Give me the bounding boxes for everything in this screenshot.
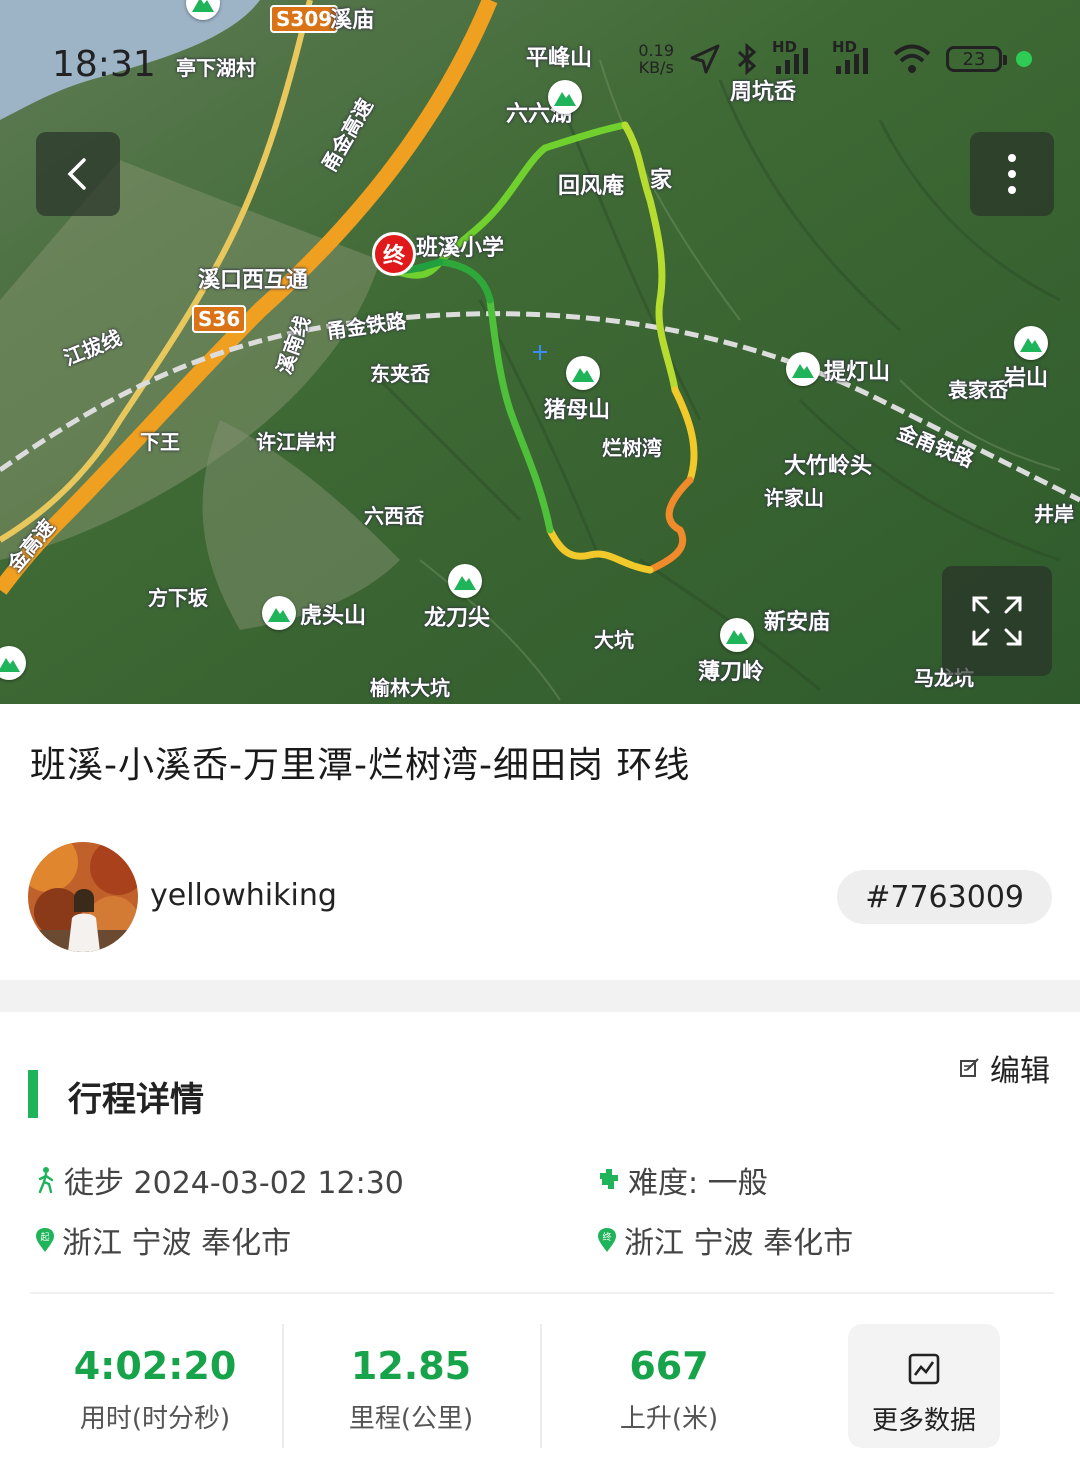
stat-duration-value: 4:02:20 xyxy=(73,1344,237,1388)
highway-shield-s36: S36 xyxy=(192,305,247,333)
network-speed: 0.19 KB/s xyxy=(638,42,674,76)
more-data-button[interactable]: 更多数据 xyxy=(848,1324,1000,1448)
stat-ascent-value: 667 xyxy=(629,1344,709,1388)
details-divider xyxy=(30,1292,1054,1294)
map-label: 岩山 xyxy=(1004,366,1049,391)
map-label: 家 xyxy=(650,168,673,193)
map-label: 六西岙 xyxy=(364,504,424,528)
edit-icon xyxy=(960,1058,979,1077)
route-end-marker[interactable]: 终 xyxy=(372,232,416,276)
map-label: 许江岸村 xyxy=(256,430,336,454)
fullscreen-button[interactable] xyxy=(942,566,1052,676)
map-label: 大坑 xyxy=(594,628,634,652)
stat-duration: 4:02:20 用时(时分秒) xyxy=(30,1326,280,1446)
highway-shield-s309: S309 xyxy=(270,5,339,33)
active-indicator-dot xyxy=(1016,51,1032,67)
status-time: 18:31 xyxy=(52,44,156,85)
net-speed-value: 0.19 xyxy=(638,41,674,60)
map-label: 溪口西互通 xyxy=(198,268,309,293)
stat-separator xyxy=(540,1324,542,1448)
mountain-peak-icon xyxy=(786,352,820,386)
activity-row: 徒步 2024-03-02 12:30 xyxy=(34,1158,404,1202)
expand-icon xyxy=(972,596,1022,646)
difficulty-icon xyxy=(600,1169,618,1189)
hiking-icon xyxy=(38,1167,54,1194)
map-label: 大竹岭头 xyxy=(784,454,873,479)
section-divider xyxy=(0,980,1080,1012)
edit-button[interactable]: 编辑 xyxy=(958,1046,1050,1090)
stat-ascent-label: 上升(米) xyxy=(619,1404,719,1434)
map-label: 虎头山 xyxy=(300,604,367,629)
svg-text:起: 起 xyxy=(40,1232,49,1243)
section-title: 行程详情 xyxy=(68,1080,204,1120)
map-label: 井岸 xyxy=(1034,502,1074,526)
stat-separator xyxy=(282,1324,284,1448)
map-label: 许家山 xyxy=(764,486,824,510)
signal-icon-1: HD xyxy=(772,38,818,76)
difficulty-text: 难度: 一般 xyxy=(628,1166,768,1201)
map-label: 班溪小学 xyxy=(416,236,505,261)
trip-id-badge[interactable]: #7763009 xyxy=(837,870,1052,924)
edit-label: 编辑 xyxy=(990,1054,1050,1089)
stat-ascent: 667 上升(米) xyxy=(544,1326,794,1446)
map-label: 薄刀岭 xyxy=(698,660,765,685)
map-label: 龙刀尖 xyxy=(424,606,491,631)
more-vertical-icon xyxy=(1008,154,1016,194)
bluetooth-icon xyxy=(737,42,757,76)
username[interactable]: yellowhiking xyxy=(150,878,337,913)
trip-title: 班溪-小溪岙-万里潭-烂树湾-细田岗 环线 xyxy=(30,745,691,786)
end-location-text: 浙江 宁波 奉化市 xyxy=(624,1226,854,1261)
map-label: 新安庙 xyxy=(764,610,831,635)
map-label: 提灯山 xyxy=(824,360,891,385)
mountain-peak-icon xyxy=(262,596,296,630)
status-icons: 0.19 KB/s HD HD 23 xyxy=(638,38,1032,76)
map-label: 袁家岙 xyxy=(948,378,1008,402)
difficulty-row: 难度: 一般 xyxy=(596,1158,768,1202)
stat-duration-label: 用时(时分秒) xyxy=(79,1404,231,1434)
stat-distance-value: 12.85 xyxy=(350,1344,472,1388)
battery-indicator: 23 xyxy=(946,46,1007,72)
start-location-row: 起 浙江 宁波 奉化市 xyxy=(34,1218,291,1262)
author-row: yellowhiking #7763009 xyxy=(28,842,1052,952)
back-button[interactable] xyxy=(36,132,120,216)
more-options-button[interactable] xyxy=(970,132,1054,216)
map-label: 猪母山 xyxy=(544,398,611,423)
track-map[interactable]: S309 S36 溪庙 亭下湖村 甬金高速 平峰山 周坑岙 六六湖 回风庵 家 … xyxy=(0,0,1080,704)
map-label: 方下坂 xyxy=(148,586,208,610)
start-location-pin-icon: 起 xyxy=(36,1228,54,1252)
stat-distance: 12.85 里程(公里) xyxy=(286,1326,536,1446)
avatar[interactable] xyxy=(28,842,138,952)
end-location-row: 终 浙江 宁波 奉化市 xyxy=(596,1218,853,1262)
wifi-icon xyxy=(893,44,931,73)
stat-distance-label: 里程(公里) xyxy=(348,1404,474,1434)
activity-text: 徒步 2024-03-02 12:30 xyxy=(64,1166,404,1201)
mountain-peak-icon xyxy=(566,356,600,390)
section-accent-bar xyxy=(28,1070,38,1118)
more-data-label: 更多数据 xyxy=(871,1406,976,1436)
map-label: 烂树湾 xyxy=(602,436,662,460)
map-label: 榆林大坑 xyxy=(370,676,450,700)
signal-icon-2: HD xyxy=(832,38,878,76)
mountain-peak-icon xyxy=(720,618,754,652)
end-location-pin-icon: 终 xyxy=(598,1228,616,1252)
svg-text:终: 终 xyxy=(602,1231,611,1243)
map-label: 东夹岙 xyxy=(370,362,430,386)
mountain-peak-icon xyxy=(448,564,482,598)
map-label: 下王 xyxy=(140,430,180,454)
chart-icon xyxy=(908,1353,940,1385)
location-arrow-icon xyxy=(690,44,720,74)
net-speed-unit: KB/s xyxy=(638,58,674,77)
status-bar: 18:31 0.19 KB/s HD HD 23 xyxy=(0,30,1080,100)
map-label: 回风庵 xyxy=(558,174,625,199)
chevron-left-icon xyxy=(67,158,86,190)
start-location-text: 浙江 宁波 奉化市 xyxy=(62,1226,292,1261)
mountain-peak-icon xyxy=(1014,326,1048,360)
